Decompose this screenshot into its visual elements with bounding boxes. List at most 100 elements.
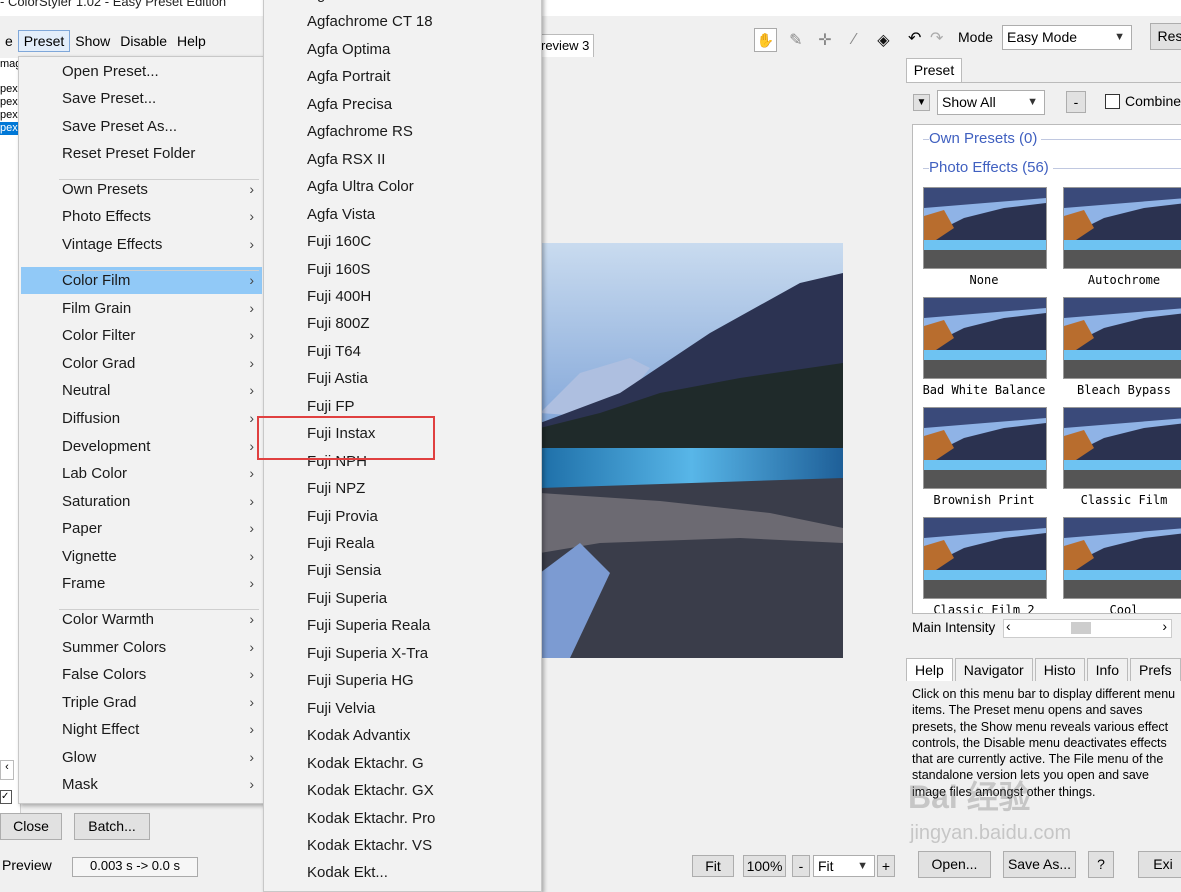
menu-item[interactable]: Paper › xyxy=(21,515,262,542)
submenu-item[interactable]: Fuji Reala xyxy=(307,530,375,557)
menu-preset[interactable]: Preset xyxy=(17,30,71,52)
slider-left-arrow-icon[interactable]: ‹ xyxy=(1006,618,1011,634)
main-intensity-slider[interactable]: ‹ › xyxy=(1003,618,1172,638)
submenu-item[interactable]: Kodak Advantix xyxy=(307,722,410,749)
menu-item[interactable]: Neutral › xyxy=(21,377,262,404)
mode-select[interactable]: Easy Mode ▼ xyxy=(1002,25,1132,50)
tab-preset[interactable]: Preset xyxy=(906,58,962,83)
tab-histo[interactable]: Histo xyxy=(1034,658,1085,681)
slider-right-arrow-icon[interactable]: › xyxy=(1162,618,1167,634)
menu-item[interactable]: Reset Preset Folder xyxy=(21,140,262,167)
crosshair-icon[interactable]: ✛ xyxy=(814,29,835,51)
exit-button[interactable]: Exi xyxy=(1138,851,1181,878)
submenu-item[interactable]: Agfa Portrait xyxy=(307,63,390,90)
submenu-item[interactable]: Fuji Provia xyxy=(307,503,378,530)
submenu-item[interactable]: Fuji 400H xyxy=(307,283,371,310)
menu-item[interactable]: Photo Effects › xyxy=(21,203,262,230)
menu-item[interactable]: Color Filter › xyxy=(21,322,262,349)
left-scroll-left[interactable]: ‹ xyxy=(0,760,14,780)
redo-icon[interactable]: ↷ xyxy=(930,28,943,48)
zoom-in-button[interactable]: + xyxy=(877,855,895,877)
preset-thumbnail[interactable] xyxy=(1063,517,1181,599)
menu-disable[interactable]: Disable xyxy=(115,31,172,51)
submenu-item[interactable]: Fuji Astia xyxy=(307,365,368,392)
submenu-item[interactable]: Kodak Ektachr. G xyxy=(307,750,424,777)
menu-item[interactable]: Triple Grad › xyxy=(21,689,262,716)
submenu-item[interactable]: Fuji NPZ xyxy=(307,475,365,502)
brush-icon[interactable]: ⁄ xyxy=(844,29,865,51)
menu-item[interactable]: Night Effect › xyxy=(21,716,262,743)
submenu-item[interactable]: Fuji 160S xyxy=(307,256,370,283)
split-view-icon[interactable]: ◈ xyxy=(873,29,894,51)
preset-thumbnail[interactable] xyxy=(1063,297,1181,379)
menu-item[interactable]: False Colors › xyxy=(21,661,262,688)
menu-show[interactable]: Show xyxy=(70,31,115,51)
submenu-item[interactable]: Fuji Superia Reala xyxy=(307,612,430,639)
submenu-item[interactable]: Fuji 160C xyxy=(307,228,371,255)
submenu-item[interactable]: Kodak Ekt... xyxy=(307,859,388,886)
submenu-item[interactable]: Agfa Ultra Color xyxy=(307,173,414,200)
preset-thumbnail[interactable] xyxy=(923,187,1047,269)
reset-button[interactable]: Res xyxy=(1150,23,1181,50)
preset-thumbnail[interactable] xyxy=(1063,407,1181,489)
preset-thumbnail[interactable] xyxy=(923,517,1047,599)
menu-item[interactable]: Summer Colors › xyxy=(21,634,262,661)
submenu-item[interactable]: Agfa Precisa xyxy=(307,91,392,118)
preset-thumbnails[interactable]: Own Presets (0) Photo Effects (56) None A… xyxy=(912,124,1181,614)
menu-item[interactable]: Own Presets › xyxy=(21,176,262,203)
menu-file[interactable]: e xyxy=(0,31,18,51)
open-button[interactable]: Open... xyxy=(918,851,991,878)
menu-item[interactable]: Film Grain › xyxy=(21,295,262,322)
undo-icon[interactable]: ↶ xyxy=(908,28,921,48)
menu-item[interactable]: Frame › xyxy=(21,570,262,597)
zoom-100-button[interactable]: 100% xyxy=(743,855,786,877)
submenu-item[interactable]: Fuji Superia xyxy=(307,585,387,612)
close-button[interactable]: Close xyxy=(0,813,62,840)
checkbox[interactable]: ✓ xyxy=(0,790,12,804)
save-as-button[interactable]: Save As... xyxy=(1003,851,1076,878)
menu-item[interactable]: Color Warmth › xyxy=(21,606,262,633)
group-photo-effects[interactable]: Photo Effects (56) xyxy=(929,159,1053,176)
submenu-item[interactable]: Agfachrome CT 18 xyxy=(307,8,433,35)
preset-thumbnail[interactable] xyxy=(1063,187,1181,269)
show-all-select[interactable]: Show All ▼ xyxy=(937,90,1045,115)
preset-thumbnail[interactable] xyxy=(923,407,1047,489)
submenu-item[interactable]: Agfachrome RS xyxy=(307,118,413,145)
submenu-item[interactable]: Fuji Superia X-Tra xyxy=(307,640,428,667)
menu-item[interactable]: Development › xyxy=(21,433,262,460)
file-list-item[interactable]: pex xyxy=(0,109,20,122)
preview-tab[interactable]: review 3 xyxy=(540,34,594,57)
eyedropper-icon[interactable]: ✎ xyxy=(785,29,806,51)
menu-item[interactable]: Glow › xyxy=(21,744,262,771)
submenu-item[interactable]: Fuji T64 xyxy=(307,338,361,365)
menu-item[interactable]: Mask › xyxy=(21,771,262,798)
tab-navigator[interactable]: Navigator xyxy=(954,658,1033,681)
menu-item[interactable]: Vintage Effects › xyxy=(21,231,262,258)
batch-button[interactable]: Batch... xyxy=(74,813,150,840)
submenu-item[interactable]: Agfa Optima xyxy=(307,36,390,63)
submenu-item[interactable]: Fuji 800Z xyxy=(307,310,370,337)
preset-options-button[interactable]: ▼ xyxy=(913,94,930,111)
menu-item[interactable]: Save Preset As... xyxy=(21,113,262,140)
combine-checkbox[interactable] xyxy=(1105,94,1120,109)
zoom-out-button[interactable]: - xyxy=(792,855,810,877)
submenu-item[interactable]: Kodak Ektachr. VS xyxy=(307,832,432,859)
menu-item[interactable]: Color Film › xyxy=(21,267,262,294)
help-button[interactable]: ? xyxy=(1088,851,1114,878)
minus-button[interactable]: - xyxy=(1066,91,1086,113)
fit-button[interactable]: Fit xyxy=(692,855,734,877)
file-list-item[interactable]: mag xyxy=(0,58,20,71)
menu-item[interactable]: Diffusion › xyxy=(21,405,262,432)
tab-prefs[interactable]: Prefs xyxy=(1129,658,1181,681)
submenu-item[interactable]: Agfachrome xyxy=(307,0,388,8)
menu-item[interactable]: Saturation › xyxy=(21,488,262,515)
file-list-item-selected[interactable]: pex xyxy=(0,122,20,135)
file-list-item[interactable]: pex xyxy=(0,96,20,109)
slider-thumb[interactable] xyxy=(1071,622,1092,634)
submenu-item[interactable]: Kodak Ektachr. GX xyxy=(307,777,434,804)
group-own-presets[interactable]: Own Presets (0) xyxy=(929,130,1042,147)
fit-select[interactable]: Fit ▼ xyxy=(813,855,875,877)
menu-item[interactable]: Open Preset... xyxy=(21,58,262,85)
hand-tool-icon[interactable]: ✋ xyxy=(754,28,778,52)
file-list-item[interactable]: pex xyxy=(0,83,20,96)
